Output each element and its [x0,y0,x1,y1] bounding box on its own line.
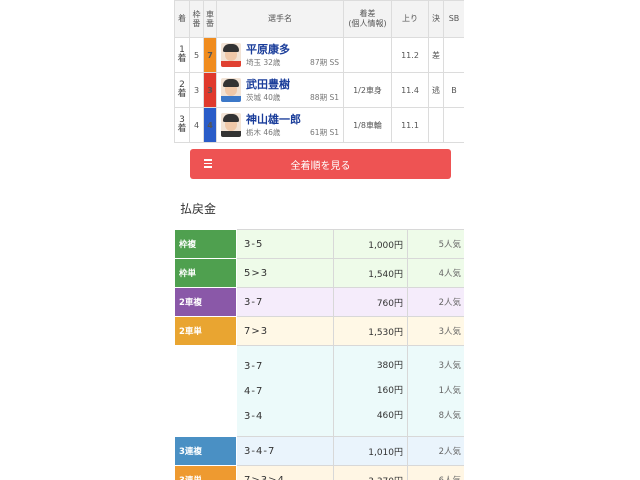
payout-row: 3連複 3-4-7 1,010円 2人気 [174,436,464,466]
finish-type-cell: 差 [428,37,444,73]
payout-pop: 3人気 [407,316,464,346]
frame-cell: 3 [189,72,204,108]
header-diff: 着差 (個人情報) [343,0,392,38]
payout-combo: 3-7 [236,287,334,317]
player-cell[interactable]: 平原康多 埼玉 32歳 87期 SS [216,37,344,73]
diff-cell: 1/2車身 [343,72,392,108]
result-row: 3着 4 4 神山雄一郎 栃木 46歳 61期 S1 1/8車輪 11.1 [174,107,464,143]
header-name: 選手名 [216,0,344,38]
payout-combo: 7>3 [236,316,334,346]
header-last: 上り [391,0,429,38]
sb-cell [443,37,464,73]
sb-cell: B [443,72,464,108]
header-car: 車番 [203,0,217,38]
payout-pop: 2人気 [407,287,464,317]
payout-combo: 5>3 [236,258,334,288]
car-number-cell: 4 [203,107,217,143]
rank-cell: 3着 [174,107,190,143]
payout-pop: 8人気 [438,410,461,421]
header-finish: 決 [428,0,444,38]
menu-icon [204,159,212,168]
payout-amount: 1,540円 [333,258,408,288]
payout-pop: 2人気 [407,436,464,466]
payout-table: 枠複 3-5 1,000円 5人気 枠単 5>3 1,540円 4人気 2車複 3-7 760円 2人… [174,229,464,480]
bet-type-label: 枠単 [174,258,237,288]
player-term-class: 88期 S1 [310,92,339,102]
payout-pop: 5人気 [407,229,464,259]
payout-combo: 7>3>4 [236,465,334,480]
frame-cell: 4 [189,107,204,143]
payout-combo: 3-5 [236,229,334,259]
finish-type-cell: 逃 [428,72,444,108]
payout-row: 3連単7>3>43,370円6人気 [174,465,464,480]
race-result-panel: 着 枠番 車番 選手名 着差 (個人情報) 上り 決 SB 1着 5 7 平原康多 埼玉 … [174,0,464,480]
header-sb: SB [443,0,464,38]
payout-row: 2車単 7>3 1,530円 3人気 [174,316,464,346]
player-name[interactable]: 武田豊樹 [246,78,343,92]
payout-pop: 3人気 [438,360,461,371]
car-number-cell: 7 [203,37,217,73]
finish-type-cell [428,107,444,143]
player-name[interactable]: 神山雄一郎 [246,113,343,127]
result-row: 1着 5 7 平原康多 埼玉 32歳 87期 SS 11.2 差 [174,37,464,73]
diff-cell: 1/8車輪 [343,107,392,143]
player-region-age: 栃木 46歳 [246,127,281,137]
player-avatar [221,78,241,102]
payout-combo: 3-4 [244,410,264,422]
header-frame: 枠番 [189,0,204,38]
payout-amount: 380円 [376,360,403,371]
payout-title: 払戻金 [180,202,217,216]
bet-type-label: ワイド [174,345,237,437]
last-lap-cell: 11.1 [391,107,429,143]
payout-amount: 3,370円 [333,465,408,480]
rank-cell: 1着 [174,37,190,73]
player-name[interactable]: 平原康多 [246,43,343,57]
last-lap-cell: 11.4 [391,72,429,108]
payout-amount: 1,530円 [333,316,408,346]
payout-amount: 1,010円 [333,436,408,466]
player-cell[interactable]: 武田豊樹 茨城 40歳 88期 S1 [216,72,344,108]
player-cell[interactable]: 神山雄一郎 栃木 46歳 61期 S1 [216,107,344,143]
payout-combo: 3-4-7 [236,436,334,466]
bet-type-label: 3連単 [174,465,237,480]
last-lap-cell: 11.2 [391,37,429,73]
bet-type-label: 2車複 [174,287,237,317]
payout-combo: 4-7 [244,385,264,397]
bet-type-label: 3連複 [174,436,237,466]
payout-pop: 6人気 [407,465,464,480]
results-table: 着 枠番 車番 選手名 着差 (個人情報) 上り 決 SB 1着 5 7 平原康多 埼玉 … [174,0,464,143]
bet-type-label: 枠複 [174,229,237,259]
results-header-row: 着 枠番 車番 選手名 着差 (個人情報) 上り 決 SB [174,0,464,38]
payout-pop: 1人気 [438,385,461,396]
payout-amount: 760円 [333,287,408,317]
payout-row: 枠単 5>3 1,540円 4人気 [174,258,464,288]
result-row: 2着 3 3 武田豊樹 茨城 40歳 88期 S1 1/2車身 11.4 逃 B [174,72,464,108]
bet-type-label: 2車単 [174,316,237,346]
player-avatar [221,43,241,67]
payout-row: 2車複 3-7 760円 2人気 [174,287,464,317]
all-results-label: 全着順を見る [290,160,351,172]
payout-row: 枠複 3-5 1,000円 5人気 [174,229,464,259]
all-results-button[interactable]: 全着順を見る [190,149,451,179]
payout-pop: 4人気 [407,258,464,288]
payout-amount: 160円 [376,385,403,396]
player-term-class: 87期 SS [310,57,339,67]
player-region-age: 埼玉 32歳 [246,57,281,67]
sb-cell [443,107,464,143]
player-avatar [221,113,241,137]
player-term-class: 61期 S1 [310,127,339,137]
payout-amount: 1,000円 [333,229,408,259]
player-region-age: 茨城 40歳 [246,92,281,102]
rank-cell: 2着 [174,72,190,108]
diff-cell [343,37,392,73]
payout-amount: 460円 [376,410,403,421]
car-number-cell: 3 [203,72,217,108]
payout-combo: 3-7 [244,360,264,372]
frame-cell: 5 [189,37,204,73]
payout-row: ワイド 3-7 4-7 3-4 380円 160円 460円 3人気 1人気 8人気 [174,345,464,437]
header-rank: 着 [174,0,190,38]
